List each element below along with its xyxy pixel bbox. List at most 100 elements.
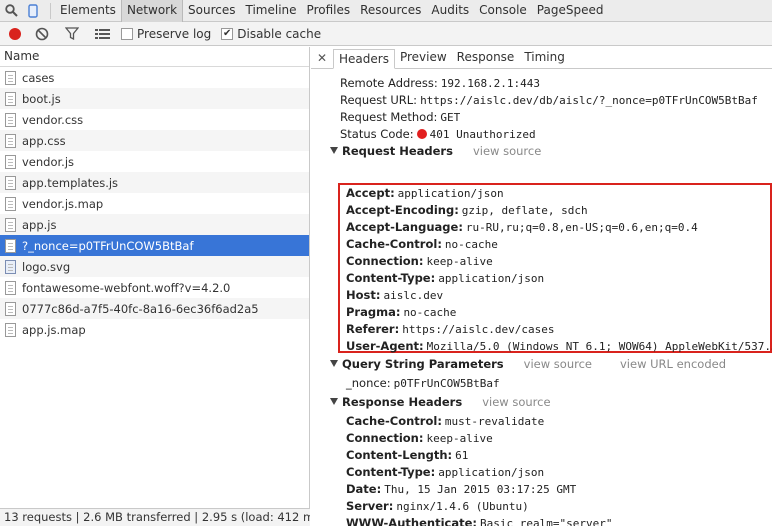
header-name: Connection:: [346, 254, 424, 268]
header-name: Content-Length:: [346, 448, 453, 462]
header-row: Referer: https://aislc.dev/cases: [346, 321, 555, 338]
header-name: Host:: [346, 288, 381, 302]
header-name: User-Agent:: [346, 339, 424, 353]
request-method-value: GET: [440, 111, 461, 124]
status-code-value: 401 Unauthorized: [429, 128, 536, 141]
network-summary: 13 requests | 2.6 MB transferred | 2.95 …: [0, 508, 310, 526]
request-row[interactable]: app.js.map: [0, 319, 309, 340]
header-row: Cache-Control: no-cache: [346, 236, 498, 253]
request-row[interactable]: logo.svg: [0, 256, 309, 277]
tab-sources[interactable]: Sources: [183, 0, 240, 22]
tab-pagespeed[interactable]: PageSpeed: [532, 0, 609, 22]
request-row[interactable]: app.css: [0, 130, 309, 151]
request-headers-view-source[interactable]: view source: [473, 144, 541, 158]
query-params-section[interactable]: Query String Parameters view source view U…: [330, 356, 726, 373]
response-headers-view-source[interactable]: view source: [482, 395, 550, 409]
request-name: logo.svg: [22, 259, 71, 274]
header-value: ru-RU,ru;q=0.8,en-US;q=0.6,en;q=0.4: [465, 221, 698, 234]
header-name: Server:: [346, 499, 394, 513]
request-row[interactable]: app.templates.js: [0, 172, 309, 193]
tab-timeline[interactable]: Timeline: [241, 0, 302, 22]
request-method-label: Request Method:: [340, 110, 438, 124]
header-row: Content-Type: application/json: [346, 464, 544, 481]
header-value: keep-alive: [426, 432, 493, 445]
header-row: Cache-Control: must-revalidate: [346, 413, 544, 430]
header-row: Accept: application/json: [346, 185, 504, 202]
request-name: ?_nonce=p0TFrUnCOW5BtBaf: [22, 238, 194, 253]
tab-network[interactable]: Network: [120, 0, 184, 22]
device-mode-icon[interactable]: [22, 1, 44, 21]
request-name: boot.js: [22, 91, 61, 106]
header-value: application/json: [438, 466, 545, 479]
image-file-icon: [5, 259, 16, 274]
request-name: app.js: [22, 217, 57, 232]
detail-tab-timing[interactable]: Timing: [519, 48, 570, 68]
document-file-icon: [5, 196, 16, 211]
header-value: Basic realm="server": [479, 517, 613, 526]
request-method-row: Request Method: GET: [340, 109, 460, 126]
request-name: 0777c86d-a7f5-40fc-8a16-6ec36f6ad2a5: [22, 301, 259, 316]
network-toolbar: Preserve log ✔ Disable cache: [0, 22, 772, 46]
header-name: Cache-Control:: [346, 237, 442, 251]
clear-icon[interactable]: [31, 24, 53, 44]
expand-triangle-icon[interactable]: [330, 147, 338, 154]
header-row: Server: nginx/1.4.6 (Ubuntu): [346, 498, 529, 515]
list-view-icon[interactable]: [91, 24, 113, 44]
toolbar-divider: [50, 2, 51, 19]
tab-profiles[interactable]: Profiles: [302, 0, 356, 22]
header-row: Connection: keep-alive: [346, 253, 493, 270]
request-row[interactable]: ?_nonce=p0TFrUnCOW5BtBaf: [0, 235, 309, 256]
header-name: Accept-Encoding:: [346, 203, 459, 217]
header-value: 61: [455, 449, 469, 462]
record-button[interactable]: [9, 27, 21, 40]
expand-triangle-icon[interactable]: [330, 398, 338, 405]
request-name: vendor.css: [22, 112, 84, 127]
tab-elements[interactable]: Elements: [55, 0, 121, 22]
header-name: Date:: [346, 482, 382, 496]
request-row[interactable]: 0777c86d-a7f5-40fc-8a16-6ec36f6ad2a5: [0, 298, 309, 319]
name-column-header[interactable]: Name: [0, 47, 309, 67]
tab-audits[interactable]: Audits: [426, 0, 474, 22]
document-file-icon: [5, 154, 16, 169]
request-name: app.js.map: [22, 322, 86, 337]
header-name: Connection:: [346, 431, 424, 445]
request-name: cases: [22, 70, 55, 85]
header-row: Host: aislc.dev: [346, 287, 443, 304]
header-value: p0TFrUnCOW5BtBaf: [393, 377, 500, 390]
request-row[interactable]: app.js: [0, 214, 309, 235]
query-view-source[interactable]: view source: [524, 357, 592, 371]
request-row[interactable]: fontawesome-webfont.woff?v=4.2.0: [0, 277, 309, 298]
document-file-icon: [5, 322, 16, 337]
response-headers-section[interactable]: Response Headers view source: [330, 394, 551, 411]
request-row[interactable]: cases: [0, 67, 309, 88]
request-row[interactable]: boot.js: [0, 88, 309, 109]
preserve-log-box[interactable]: [121, 27, 133, 40]
request-headers-title: Request Headers: [342, 144, 453, 158]
tab-console[interactable]: Console: [474, 0, 532, 22]
search-icon[interactable]: [0, 1, 22, 21]
detail-tab-preview[interactable]: Preview: [395, 48, 452, 68]
query-view-url-encoded[interactable]: view URL encoded: [620, 357, 726, 371]
remote-address-label: Remote Address:: [340, 76, 438, 90]
request-url-row: Request URL: https://aislc.dev/db/aislc/?…: [340, 92, 758, 109]
request-list-panel: Name cases boot.js vendor.css app.css vendor…: [0, 47, 310, 526]
status-code-row: Status Code: 401 Unauthorized: [340, 126, 536, 143]
filter-icon[interactable]: [61, 24, 83, 44]
preserve-log-label: Preserve log: [137, 26, 212, 41]
request-name: vendor.js: [22, 154, 75, 169]
close-icon[interactable]: ✕: [311, 48, 333, 68]
request-row[interactable]: vendor.css: [0, 109, 309, 130]
expand-triangle-icon[interactable]: [330, 360, 338, 367]
tab-resources[interactable]: Resources: [355, 0, 426, 22]
request-headers-section[interactable]: Request Headers view source: [330, 143, 541, 160]
detail-tab-headers[interactable]: Headers: [333, 49, 395, 69]
disable-cache-checkbox[interactable]: ✔ Disable cache: [221, 27, 321, 41]
panel-tabs: Elements Network Sources Timeline Profiles Re…: [55, 0, 608, 22]
preserve-log-checkbox[interactable]: Preserve log: [121, 27, 211, 41]
document-file-icon: [5, 238, 16, 253]
detail-tab-response[interactable]: Response: [452, 48, 520, 68]
request-row[interactable]: vendor.js.map: [0, 193, 309, 214]
request-row[interactable]: vendor.js: [0, 151, 309, 172]
document-file-icon: [5, 91, 16, 106]
disable-cache-box[interactable]: ✔: [221, 27, 234, 40]
